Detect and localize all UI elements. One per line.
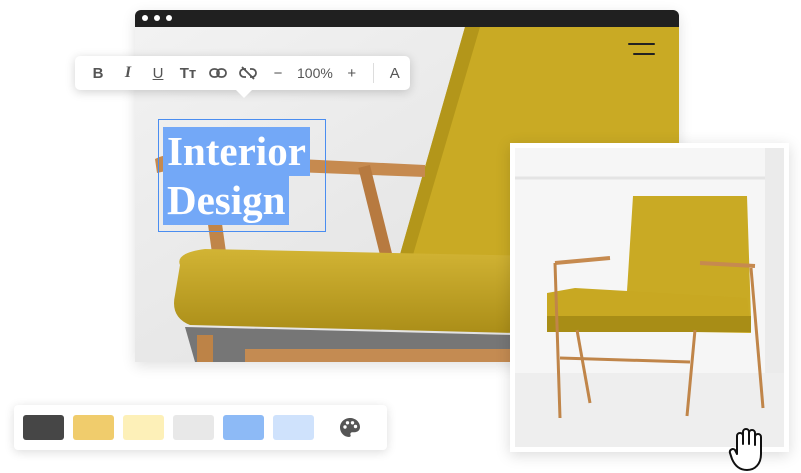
headline-line-2[interactable]: Design xyxy=(163,176,290,225)
italic-button[interactable]: I xyxy=(113,61,143,85)
chair-photo xyxy=(515,148,784,447)
text-size-button[interactable]: Tт xyxy=(173,61,203,85)
swatch-mustard[interactable] xyxy=(73,415,114,440)
link-icon xyxy=(209,68,227,78)
swatch-light-blue[interactable] xyxy=(273,415,314,440)
browser-title-bar xyxy=(135,10,679,27)
unlink-button[interactable] xyxy=(233,61,263,85)
font-color-button[interactable]: A xyxy=(380,61,410,85)
swatch-dark-gray[interactable] xyxy=(23,415,64,440)
palette-icon[interactable] xyxy=(338,416,362,440)
link-button[interactable] xyxy=(203,61,233,85)
swatch-pale-yellow[interactable] xyxy=(123,415,164,440)
grab-cursor-icon xyxy=(728,428,762,471)
text-toolbar: B I U Tт − 100% + A xyxy=(75,56,410,98)
window-dot-3[interactable] xyxy=(166,15,172,21)
swatch-light-gray[interactable] xyxy=(173,415,214,440)
chair-photo-card[interactable] xyxy=(510,143,789,452)
underline-button[interactable]: U xyxy=(143,61,173,85)
window-dot-1[interactable] xyxy=(142,15,148,21)
zoom-level: 100% xyxy=(297,65,333,81)
zoom-in-button[interactable]: + xyxy=(337,61,367,85)
toolbar-divider xyxy=(372,63,374,83)
swatch-blue[interactable] xyxy=(223,415,264,440)
window-dot-2[interactable] xyxy=(154,15,160,21)
menu-icon[interactable] xyxy=(628,43,655,57)
zoom-out-button[interactable]: − xyxy=(263,61,293,85)
bold-button[interactable]: B xyxy=(83,61,113,85)
color-palette xyxy=(14,405,387,450)
headline-line-1[interactable]: Interior xyxy=(163,127,310,176)
unlink-icon xyxy=(239,66,257,80)
